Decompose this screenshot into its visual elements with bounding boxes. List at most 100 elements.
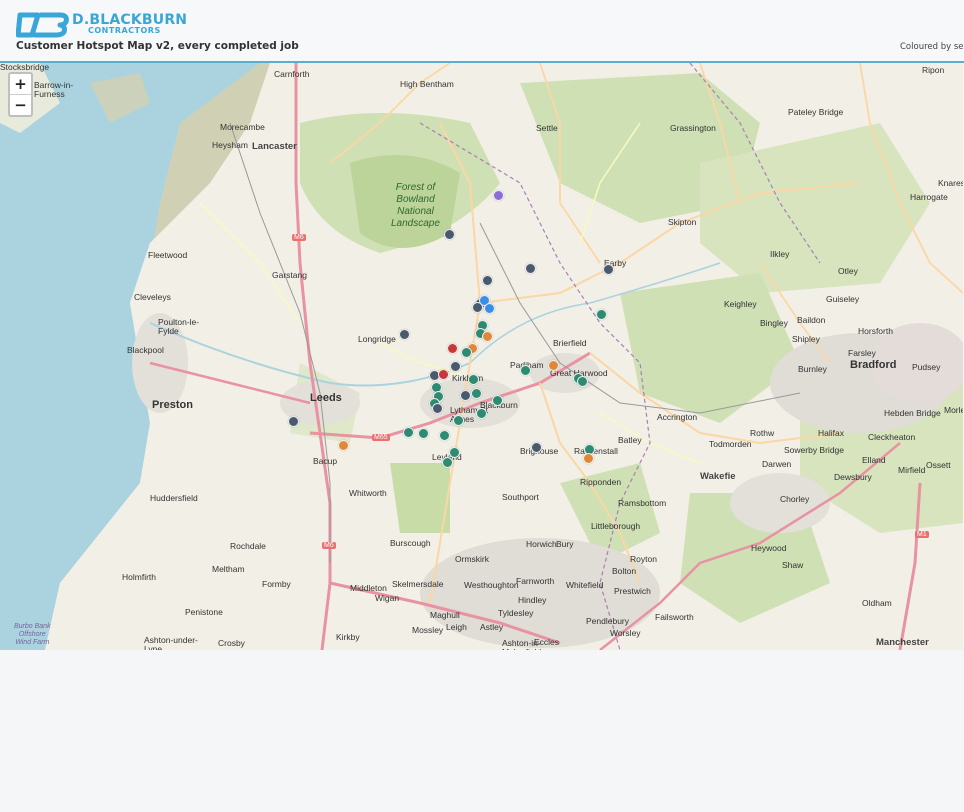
place-label: Guiseley [826,294,860,304]
place-label: Bingley [760,318,788,328]
place-label: Pendlebury [586,616,630,626]
place-label: Batley [618,435,642,445]
job-marker[interactable] [482,275,493,286]
logo-mark-icon [16,12,69,38]
place-label: Horwich [526,539,557,549]
job-marker[interactable] [548,360,559,371]
place-label: Poulton-le- Fylde [158,317,200,336]
place-label: Burscough [390,538,431,548]
zoom-out-button[interactable]: − [10,94,31,115]
place-label: Keighley [724,299,757,309]
job-marker[interactable] [583,453,594,464]
place-label: Mirfield [898,465,926,475]
place-label: Bolton [612,566,637,576]
job-marker[interactable] [492,395,503,406]
place-label: Rothw [750,428,775,438]
place-label: Blackpool [127,345,164,355]
job-marker[interactable] [471,388,482,399]
place-label: Shaw [782,560,804,570]
brand-subtitle: CONTRACTORS [88,26,161,35]
job-marker[interactable] [432,403,443,414]
job-marker[interactable] [472,302,483,313]
place-label: Ripon [922,65,945,75]
place-label: Wakefie [700,471,736,482]
job-marker[interactable] [484,303,495,314]
place-label: Ripponden [580,477,622,487]
job-marker[interactable] [399,329,410,340]
job-marker[interactable] [438,369,449,380]
place-label: Royton [630,554,657,564]
place-label: Wigan [375,593,400,603]
job-marker[interactable] [449,447,460,458]
place-label: Fleetwood [148,250,188,260]
place-label: Farsley [848,348,876,358]
place-label: Morecambe [220,122,265,132]
job-marker[interactable] [476,408,487,419]
place-label: Dewsbury [834,472,872,482]
place-label: High Bentham [400,79,454,89]
place-label: Skipton [668,217,697,227]
place-label: Accrington [657,412,698,422]
place-label: Burnley [798,364,827,374]
place-label: Grassington [670,123,716,133]
place-label: Tyldesley [498,608,534,618]
place-label: Heywood [751,543,787,553]
place-label: Middleton [350,583,387,593]
place-label: Halifax [818,428,844,438]
place-label: Eccles [534,637,560,647]
job-marker[interactable] [531,442,542,453]
job-marker[interactable] [442,457,453,468]
place-label: Baildon [797,315,826,325]
job-marker[interactable] [525,263,536,274]
place-label: Bury [556,539,574,549]
job-marker[interactable] [447,343,458,354]
place-label: Settle [536,123,558,133]
place-label: Morley [944,405,963,415]
job-marker[interactable] [596,309,607,320]
place-label: Darwen [762,459,792,469]
place-label: Carnforth [274,69,310,79]
job-marker[interactable] [603,264,614,275]
place-label: Rochdale [230,541,266,551]
place-label: Bradford [850,359,897,371]
place-label: Leeds [310,392,342,404]
job-marker[interactable] [444,229,455,240]
place-label: Ossett [926,460,951,470]
job-marker[interactable] [418,428,429,439]
road-shield: M65 [372,434,390,441]
job-marker[interactable] [461,347,472,358]
place-label: Ramsbottom [618,498,667,508]
map-canvas[interactable]: Carnforth High Bentham Ripon Barrow-in- Fur… [0,63,963,650]
job-marker[interactable] [460,390,471,401]
place-label: Lancaster [252,141,297,152]
place-label: Stocksbridge [0,63,50,72]
job-marker[interactable] [403,427,414,438]
job-marker[interactable] [450,361,461,372]
place-label: Crosby [218,638,245,648]
job-marker[interactable] [468,374,479,385]
place-label: Heysham [212,140,248,150]
job-marker[interactable] [439,430,450,441]
place-label: Farnworth [516,576,555,586]
job-marker[interactable] [338,440,349,451]
job-marker[interactable] [520,365,531,376]
place-label: Pateley Bridge [788,107,844,117]
job-marker[interactable] [482,331,493,342]
place-label: Formby [262,579,291,589]
place-label: Harrogate [910,192,948,202]
zoom-in-button[interactable]: + [10,74,31,94]
place-label: Cleckheaton [868,432,916,442]
job-marker[interactable] [453,415,464,426]
place-label: Knares [938,178,963,188]
place-label: Shipley [792,334,820,344]
place-label: Sowerby Bridge [784,445,845,455]
place-label: Hindley [518,595,547,605]
national-park-label: Forest of Bowland National Landscape [391,182,440,229]
road-shield: M6 [322,542,336,549]
page-title: Customer Hotspot Map v2, every completed… [16,40,299,52]
place-label: Ormskirk [455,554,489,564]
wind-farm-label: Burbo Bank Offshore Wind Farm [14,623,51,646]
job-marker[interactable] [288,416,299,427]
job-marker[interactable] [577,376,588,387]
job-marker[interactable] [493,190,504,201]
